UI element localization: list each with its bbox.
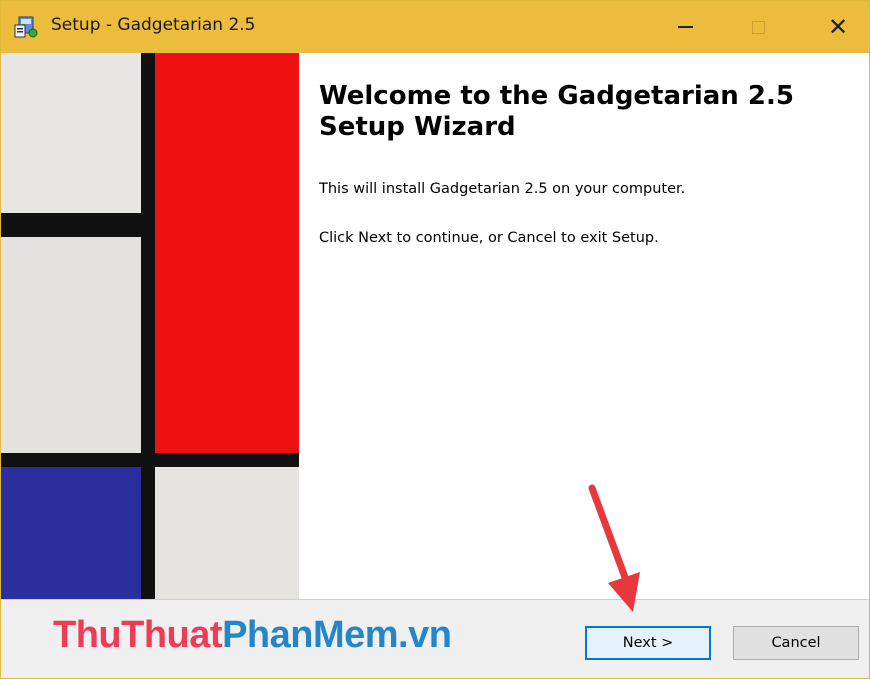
watermark-part2: PhanMem.vn — [222, 614, 452, 656]
mondrian-white-block — [1, 53, 141, 213]
mondrian-red-block — [155, 53, 299, 453]
continue-instructions: Click Next to continue, or Cancel to exi… — [319, 230, 659, 246]
wizard-footer: ThuThuatPhanMem.vn Next > Cancel — [1, 599, 869, 678]
next-button[interactable]: Next > — [585, 626, 711, 660]
setup-window: Setup - Gadgetarian 2.5 ✕ Welcome to the… — [0, 0, 870, 679]
mondrian-white-block — [155, 467, 299, 599]
minimize-icon — [677, 26, 693, 28]
install-description: This will install Gadgetarian 2.5 on you… — [319, 181, 686, 197]
watermark-logo: ThuThuatPhanMem.vn — [53, 614, 452, 657]
welcome-heading: Welcome to the Gadgetarian 2.5 Setup Wiz… — [319, 81, 794, 142]
minimize-button[interactable] — [656, 1, 714, 53]
cancel-button[interactable]: Cancel — [733, 626, 859, 660]
setup-app-icon — [14, 16, 38, 38]
mondrian-white-block — [1, 237, 141, 453]
watermark-part1: ThuThuat — [53, 614, 223, 656]
close-button[interactable]: ✕ — [809, 1, 867, 53]
close-icon: ✕ — [827, 13, 849, 41]
mondrian-composition-image — [1, 53, 299, 599]
wizard-content: Welcome to the Gadgetarian 2.5 Setup Wiz… — [299, 53, 869, 599]
title-bar[interactable]: Setup - Gadgetarian 2.5 ✕ — [1, 1, 869, 53]
maximize-icon — [751, 20, 765, 34]
maximize-button[interactable] — [729, 1, 787, 53]
window-title: Setup - Gadgetarian 2.5 — [51, 15, 256, 35]
mondrian-blue-block — [1, 467, 141, 599]
